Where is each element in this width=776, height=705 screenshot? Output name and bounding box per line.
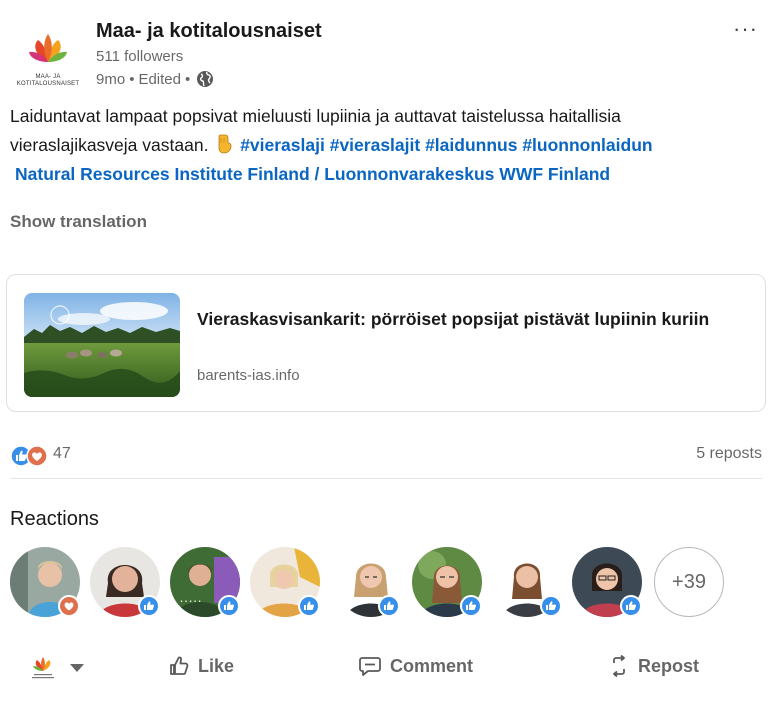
mention-link[interactable]: Natural Resources Institute Finland / Lu… <box>15 164 494 184</box>
author-logo[interactable]: MAA- JA KOTITALOUSNAISET <box>14 30 82 92</box>
link-domain: barents-ias.info <box>197 367 300 384</box>
caret-down-icon <box>70 664 84 672</box>
action-bar: Like Comment Repost <box>0 645 776 693</box>
love-badge-icon <box>58 595 80 617</box>
reaction-summary[interactable] <box>10 444 54 468</box>
post-body: Laiduntavat lampaat popsivat mieluusti l… <box>10 102 750 189</box>
mention-link[interactable]: WWF Finland <box>499 164 610 184</box>
hashtag-link[interactable]: #luonnonlaidun <box>522 135 652 155</box>
repost-label: Repost <box>638 655 700 676</box>
actor-switcher[interactable] <box>28 657 84 679</box>
author-name[interactable]: Maa- ja kotitalousnaiset <box>96 20 322 43</box>
love-icon <box>26 445 48 467</box>
post-header: MAA- JA KOTITALOUSNAISET Maa- ja kotital… <box>14 16 764 96</box>
author-logo-icon <box>32 657 54 679</box>
like-badge-icon <box>138 595 160 617</box>
flower-logo-icon <box>29 34 67 62</box>
like-badge-icon <box>460 595 482 617</box>
like-badge-icon <box>620 595 642 617</box>
thumbs-up-icon <box>170 656 189 675</box>
reactions-heading: Reactions <box>10 508 99 530</box>
repost-icon <box>613 655 625 677</box>
like-badge-icon <box>378 595 400 617</box>
like-button[interactable]: Like <box>168 655 234 677</box>
repost-button[interactable]: Repost <box>608 655 699 677</box>
globe-icon <box>197 71 214 87</box>
hashtag-link[interactable]: #vieraslaji <box>240 135 325 155</box>
show-translation-button[interactable]: Show translation <box>10 212 147 232</box>
like-badge-icon <box>218 595 240 617</box>
comment-icon <box>359 657 381 676</box>
post-time: 9mo <box>96 70 126 88</box>
divider <box>10 478 762 479</box>
repost-count[interactable]: 5 reposts <box>696 445 762 463</box>
post-text-line: Laiduntavat lampaat popsivat mieluusti l… <box>10 106 621 126</box>
post-text-line: vieraslajikasveja vastaan. <box>10 135 209 155</box>
like-badge-icon <box>298 595 320 617</box>
hashtag-link[interactable]: #vieraslajit <box>330 135 420 155</box>
meta-separator: • <box>129 70 135 88</box>
link-title[interactable]: Vieraskasvisankarit: pörröiset popsijat … <box>197 305 727 333</box>
hashtag-link[interactable]: #laidunnus <box>425 135 517 155</box>
follower-count: 511 followers <box>96 48 184 65</box>
reaction-count[interactable]: 47 <box>53 445 71 463</box>
reactor-list: • • • • • +39 <box>10 547 762 619</box>
svg-text:• • • • •: • • • • • <box>180 599 201 605</box>
meta-separator: • <box>185 70 191 88</box>
link-thumbnail <box>24 293 180 397</box>
backhand-index-pointing-down-icon <box>218 134 232 154</box>
more-reactors-button[interactable]: +39 <box>654 547 724 617</box>
logo-wordmark: MAA- JA KOTITALOUSNAISET <box>16 74 80 87</box>
comment-button[interactable]: Comment <box>358 655 473 677</box>
like-label: Like <box>198 655 235 676</box>
more-options-button[interactable]: ··· <box>733 16 758 42</box>
like-badge-icon <box>540 595 562 617</box>
link-preview-card[interactable]: Vieraskasvisankarit: pörröiset popsijat … <box>6 274 766 412</box>
post-meta: 9mo • Edited • <box>96 70 214 88</box>
edited-label: Edited <box>138 70 181 88</box>
comment-label: Comment <box>390 655 474 676</box>
social-counts: 47 5 reposts <box>10 440 762 470</box>
